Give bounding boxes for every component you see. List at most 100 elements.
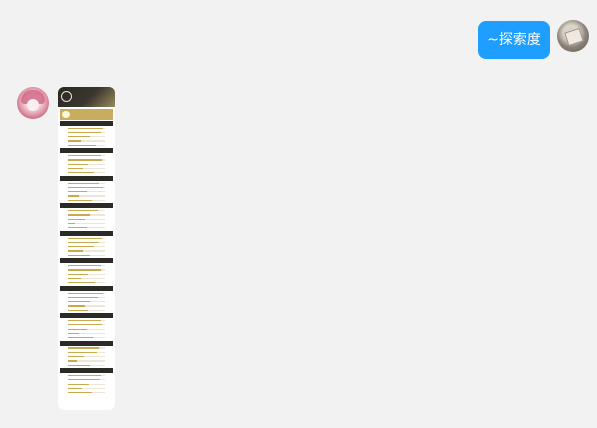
progress-fill [68,182,100,184]
region-block [60,175,113,202]
progress-track [68,155,105,157]
progress-fill [68,356,84,358]
progress-track [68,241,105,244]
progress-track [68,356,105,358]
progress-fill [68,277,81,280]
progress-fill [68,186,104,189]
progress-track [68,332,105,335]
user-avatar-icon[interactable] [557,20,589,52]
progress-track [68,182,105,184]
exploration-image-card[interactable] [58,87,115,410]
avatar-figure [564,27,584,47]
progress-fill [68,265,101,267]
progress-fill [68,392,92,394]
progress-track [68,292,105,294]
progress-row [60,143,113,147]
progress-fill [68,191,87,193]
progress-row [60,363,113,367]
region-block [60,230,113,257]
progress-track [68,163,105,165]
progress-fill [68,237,103,239]
progress-track [68,218,105,220]
progress-track [68,237,105,239]
progress-fill [68,199,93,201]
progress-row [60,308,113,312]
progress-track [68,195,105,197]
progress-fill [68,241,100,244]
progress-track [68,324,105,326]
progress-fill [68,332,80,335]
progress-fill [68,292,104,294]
user-message-bubble[interactable]: ~探索度 [478,21,550,59]
progress-track [68,131,105,134]
progress-fill [68,227,87,229]
summary-bar [60,109,113,120]
progress-track [68,305,105,307]
progress-fill [68,131,101,134]
progress-fill [68,218,85,220]
progress-fill [68,210,98,212]
region-block [60,203,113,229]
progress-track [68,199,105,201]
progress-fill [68,269,102,271]
progress-track [68,265,105,267]
progress-fill [68,273,89,275]
progress-track [68,144,105,146]
region-block [60,313,113,339]
progress-track [68,167,105,170]
progress-track [68,301,105,303]
region-block [60,148,113,174]
region-list [58,121,115,395]
progress-track [68,172,105,174]
progress-fill [68,136,91,138]
progress-fill [68,140,81,142]
progress-track [68,250,105,252]
progress-row [60,281,113,285]
progress-track [68,254,105,256]
progress-track [68,282,105,284]
region-block [60,258,113,284]
progress-track [68,136,105,138]
progress-fill [68,351,97,353]
progress-fill [68,172,94,174]
progress-track [68,360,105,362]
bot-avatar-icon[interactable] [17,87,49,119]
progress-fill [68,309,89,311]
progress-track [68,319,105,322]
progress-track [68,140,105,142]
progress-fill [68,167,83,170]
progress-fill [68,383,90,385]
progress-row [60,198,113,202]
progress-row [60,171,113,175]
progress-track [68,222,105,225]
progress-fill [68,144,96,146]
progress-track [68,214,105,216]
progress-track [68,227,105,229]
progress-track [68,277,105,280]
progress-fill [68,301,91,303]
progress-track [68,246,105,248]
progress-track [68,383,105,385]
progress-fill [68,305,85,307]
progress-track [68,210,105,212]
progress-track [68,379,105,381]
progress-fill [68,324,103,326]
progress-fill [68,337,94,339]
progress-fill [68,155,102,157]
progress-fill [68,250,83,252]
progress-track [68,392,105,394]
progress-fill [68,254,91,256]
progress-fill [68,319,102,322]
region-block [60,121,113,147]
progress-track [68,328,105,330]
region-block [60,340,113,367]
progress-track [68,364,105,366]
progress-row [60,226,113,230]
progress-fill [68,159,103,161]
progress-row [60,391,113,395]
progress-track [68,269,105,271]
progress-fill [68,296,98,298]
progress-fill [68,387,83,390]
game-logo-icon [62,111,70,118]
progress-fill [68,222,76,225]
